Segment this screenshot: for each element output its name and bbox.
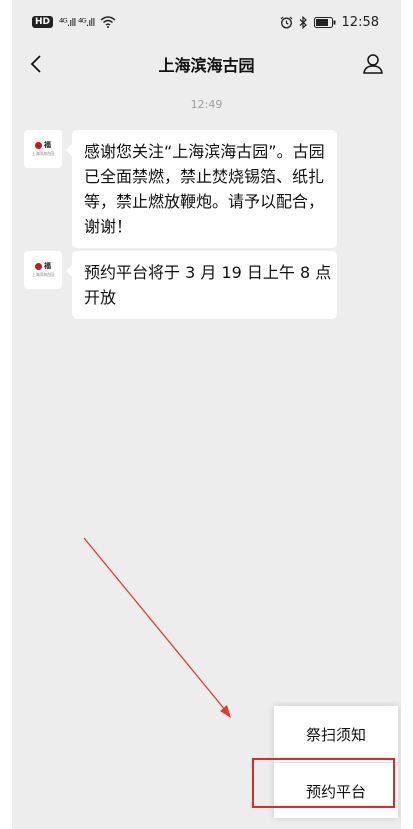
menu-item-sweeping-notice[interactable]: 祭扫须知 xyxy=(274,706,398,762)
avatar-logo: 福 xyxy=(35,262,51,270)
hd-badge: HD xyxy=(32,16,54,28)
avatar-logo-text: 福 xyxy=(44,262,51,270)
alarm-icon xyxy=(280,16,292,28)
message-line: 等，禁止燃放鞭炮。请予以配合， xyxy=(84,192,325,211)
page-title: 上海滨海古园 xyxy=(158,56,255,75)
status-bar: HD ⁴ᴳ.ıll ⁴ᴳ.ıll 12:58 xyxy=(12,0,401,44)
battery-icon xyxy=(313,16,336,28)
message-row: 福 上海滨海古园 预约平台将于 3 月 19 日上午 8 点 开放 xyxy=(24,251,337,319)
message-line: 谢谢！ xyxy=(84,217,133,236)
profile-button[interactable] xyxy=(359,50,387,78)
message-line: 开放 xyxy=(84,288,117,307)
logo-mark-icon xyxy=(35,262,42,270)
status-right: 12:58 xyxy=(280,15,379,30)
message-line: 感谢您关注“上海滨海古园”。古园 xyxy=(84,142,325,161)
message-line: 预约平台将于 3 月 19 日上午 8 点 xyxy=(84,263,332,282)
avatar-subtitle: 上海滨海古园 xyxy=(31,151,55,156)
message-row: 福 上海滨海古园 感谢您关注“上海滨海古园”。古园 已全面禁燃，禁止焚烧锡箔、纸… xyxy=(24,130,337,248)
wifi-icon xyxy=(100,16,116,28)
avatar[interactable]: 福 上海滨海古园 xyxy=(24,130,62,168)
message-bubble[interactable]: 预约平台将于 3 月 19 日上午 8 点 开放 xyxy=(66,251,337,319)
avatar-logo-text: 福 xyxy=(44,141,51,149)
logo-mark-icon xyxy=(35,141,42,149)
nav-bar: 上海滨海古园 xyxy=(12,44,401,84)
person-icon xyxy=(363,54,383,74)
highlight-box xyxy=(252,758,395,808)
bluetooth-icon xyxy=(299,15,307,29)
status-time: 12:58 xyxy=(341,14,379,30)
chevron-left-icon xyxy=(30,55,41,73)
back-button[interactable] xyxy=(22,50,50,78)
message-bubble[interactable]: 感谢您关注“上海滨海古园”。古园 已全面禁燃，禁止焚烧锡箔、纸扎 等，禁止燃放鞭… xyxy=(66,130,337,248)
avatar-logo: 福 xyxy=(35,141,51,149)
avatar-subtitle: 上海滨海古园 xyxy=(31,272,55,277)
avatar[interactable]: 福 上海滨海古园 xyxy=(24,251,62,289)
status-left: HD ⁴ᴳ.ıll ⁴ᴳ.ıll xyxy=(32,16,116,29)
chat-timestamp: 12:49 xyxy=(190,98,223,111)
phone-screen: HD ⁴ᴳ.ıll ⁴ᴳ.ıll 12:58 上海滨海古园 12:49 福 上海… xyxy=(12,0,401,829)
signal-indicator: ⁴ᴳ.ıll ⁴ᴳ.ıll xyxy=(59,15,95,29)
message-line: 已全面禁燃，禁止焚烧锡箔、纸扎 xyxy=(84,167,325,186)
